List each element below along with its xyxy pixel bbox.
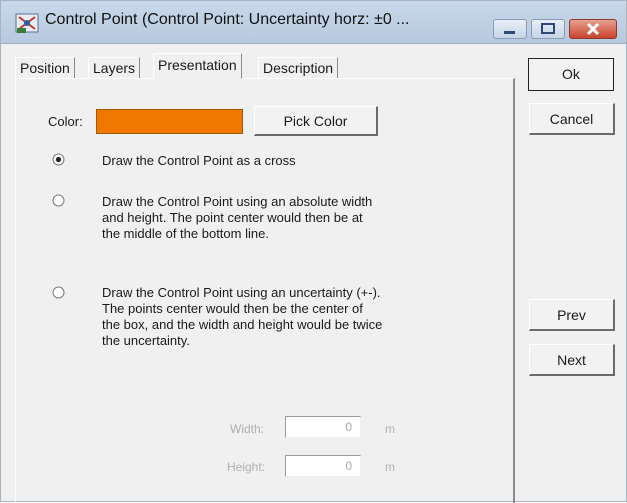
app-icon bbox=[15, 13, 39, 33]
close-icon bbox=[586, 22, 600, 36]
tab-position[interactable]: Position bbox=[15, 57, 75, 78]
option-absolute-size-label: Draw the Control Point using an absolute… bbox=[102, 194, 373, 241]
radio-cross-selected[interactable] bbox=[52, 153, 65, 166]
prev-button[interactable]: Prev bbox=[529, 299, 615, 331]
next-button[interactable]: Next bbox=[529, 344, 615, 376]
maximize-button[interactable] bbox=[531, 19, 565, 39]
radio-absolute-size[interactable] bbox=[52, 194, 65, 207]
close-button[interactable] bbox=[569, 19, 617, 39]
height-unit: m bbox=[385, 460, 395, 474]
ok-button[interactable]: Ok bbox=[528, 58, 614, 91]
title-bar[interactable]: Control Point (Control Point: Uncertaint… bbox=[1, 1, 626, 44]
height-label: Height: bbox=[227, 460, 266, 474]
width-field[interactable]: 0 bbox=[285, 416, 361, 438]
radio-uncertainty[interactable] bbox=[52, 286, 65, 299]
width-unit: m bbox=[385, 422, 395, 436]
width-label: Width: bbox=[230, 422, 265, 436]
minimize-icon bbox=[504, 31, 515, 34]
control-point-dialog: Control Point (Control Point: Uncertaint… bbox=[0, 0, 627, 503]
color-label: Color: bbox=[48, 114, 83, 129]
cancel-button[interactable]: Cancel bbox=[529, 103, 615, 135]
window-title: Control Point (Control Point: Uncertaint… bbox=[45, 11, 410, 28]
tab-presentation[interactable]: Presentation bbox=[153, 53, 242, 79]
pick-color-button[interactable]: Pick Color bbox=[254, 106, 378, 136]
height-field[interactable]: 0 bbox=[285, 455, 361, 477]
tab-description[interactable]: Description bbox=[258, 57, 339, 78]
option-cross-label: Draw the Control Point as a cross bbox=[102, 153, 296, 168]
minimize-button[interactable] bbox=[493, 19, 527, 39]
tab-layers[interactable]: Layers bbox=[88, 57, 141, 78]
option-uncertainty-label: Draw the Control Point using an uncertai… bbox=[102, 285, 383, 348]
maximize-icon bbox=[541, 23, 555, 34]
color-swatch[interactable] bbox=[96, 109, 243, 134]
